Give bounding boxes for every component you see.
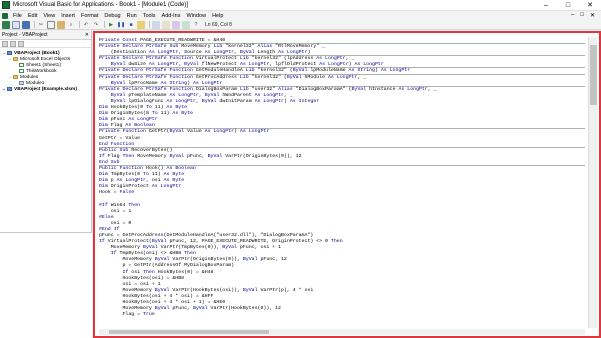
vba-app-icon <box>2 1 10 9</box>
project-explorer-icon[interactable] <box>152 20 160 29</box>
menu-view[interactable]: View <box>40 13 58 19</box>
project-explorer-toolbar <box>0 40 91 48</box>
project-explorer-header: Project - VBAProject ✕ <box>0 31 91 40</box>
toggle-folders-icon[interactable] <box>18 40 24 47</box>
cut-icon[interactable]: ✂ <box>37 21 45 29</box>
undo-icon[interactable]: ↶ <box>82 21 90 29</box>
design-mode-icon[interactable] <box>137 20 145 29</box>
window-title: Microsoft Visual Basic for Applications … <box>13 2 188 8</box>
toolbar-separator <box>149 21 150 28</box>
view-object-icon[interactable] <box>10 40 16 47</box>
properties-icon[interactable] <box>162 20 170 29</box>
tree-node-label: VBAProject (Example.xlsm) <box>14 86 77 92</box>
code-line[interactable]: Flag = True <box>99 312 585 318</box>
title-bar: Microsoft Visual Basic for Applications … <box>0 0 601 11</box>
module-icon <box>19 81 24 85</box>
run-icon[interactable]: ▶ <box>107 21 115 29</box>
tree-node-label: Modules <box>20 74 39 80</box>
object-browser-icon[interactable] <box>172 20 180 29</box>
help-icon[interactable]: ? <box>192 21 200 29</box>
tree-node-label: VBAProject (Book1) <box>14 50 60 56</box>
menu-help[interactable]: Help <box>209 13 226 19</box>
maximize-button[interactable]: □ <box>557 0 579 10</box>
collapse-icon[interactable]: − <box>2 51 6 56</box>
menu-format[interactable]: Format <box>78 13 101 19</box>
menu-tools[interactable]: Tools <box>140 13 159 19</box>
properties-pane-placeholder <box>0 232 92 338</box>
break-icon[interactable]: ❚❚ <box>117 21 125 29</box>
document-window-controls: – □ ✕ <box>571 12 601 19</box>
minimize-button[interactable]: – <box>535 0 557 10</box>
redo-icon[interactable]: ↷ <box>92 21 100 29</box>
horizontal-scrollbar[interactable] <box>99 329 585 335</box>
project-icon <box>7 51 12 55</box>
tree-node-label: Sheet1 (Sheet1) <box>26 62 61 68</box>
expand-icon[interactable]: + <box>2 87 6 92</box>
collapse-icon[interactable]: − <box>8 57 12 62</box>
menu-window[interactable]: Window <box>184 13 210 19</box>
project-icon <box>7 87 12 91</box>
toolbar-separator <box>104 21 105 28</box>
reset-icon[interactable]: ■ <box>127 21 135 29</box>
toolbar-separator <box>79 21 80 28</box>
menu-edit[interactable]: Edit <box>25 13 40 19</box>
collapse-icon[interactable]: − <box>8 75 12 80</box>
excel-view-icon[interactable] <box>2 12 8 19</box>
menu-run[interactable]: Run <box>124 13 140 19</box>
vertical-scrollbar[interactable] <box>588 37 597 328</box>
doc-restore-button[interactable]: □ <box>580 12 584 19</box>
menu-insert[interactable]: Insert <box>58 13 78 19</box>
menu-debug[interactable]: Debug <box>101 13 123 19</box>
code-editor[interactable]: Private Const PAGE_EXECUTE_READWRITE = &… <box>99 38 585 328</box>
standard-toolbar: ✂ ⌕ ↶ ↷ ▶ ❚❚ ■ ? Ln 69, Col 8 <box>0 20 601 30</box>
tree-node[interactable]: + VBAProject (Example.xlsm) <box>0 86 91 92</box>
folder-icon <box>13 75 18 79</box>
tree-node-label: ThisWorkbook <box>26 68 57 74</box>
menu-add-ins[interactable]: Add-Ins <box>159 13 184 19</box>
copy-icon[interactable] <box>47 20 55 29</box>
cursor-position: Ln 69, Col 8 <box>205 21 232 28</box>
toolbox-icon[interactable] <box>182 20 190 29</box>
code-window[interactable]: Private Const PAGE_EXECUTE_READWRITE = &… <box>93 31 601 338</box>
save-icon[interactable] <box>22 20 30 29</box>
sheet-icon <box>19 63 24 67</box>
horizontal-scroll-thumb[interactable] <box>109 330 269 334</box>
project-tree: − VBAProject (Book1) − Microsoft Excel Obje… <box>0 48 91 92</box>
tree-node-label: Module1 <box>26 80 45 86</box>
doc-close-button[interactable]: ✕ <box>590 12 595 19</box>
doc-minimize-button[interactable]: – <box>571 12 574 19</box>
menu-file[interactable]: File <box>10 13 25 19</box>
insert-module-icon[interactable] <box>12 20 20 29</box>
window-controls: – □ ✕ <box>535 0 601 10</box>
project-explorer-close-icon[interactable]: ✕ <box>85 32 89 38</box>
find-icon[interactable]: ⌕ <box>67 21 75 29</box>
paste-icon[interactable] <box>57 20 65 29</box>
tree-node-label: Microsoft Excel Objects <box>20 56 71 62</box>
view-excel-icon[interactable] <box>2 20 10 29</box>
vertical-scroll-thumb[interactable] <box>590 45 597 105</box>
close-button[interactable]: ✕ <box>579 0 601 10</box>
menu-bar: File Edit View Insert Format Debug Run T… <box>0 11 601 20</box>
folder-icon <box>13 57 18 61</box>
project-explorer-title: Project - VBAProject <box>2 32 48 38</box>
view-code-icon[interactable] <box>2 40 8 47</box>
toolbar-separator <box>34 21 35 28</box>
sheet-icon <box>19 69 24 73</box>
